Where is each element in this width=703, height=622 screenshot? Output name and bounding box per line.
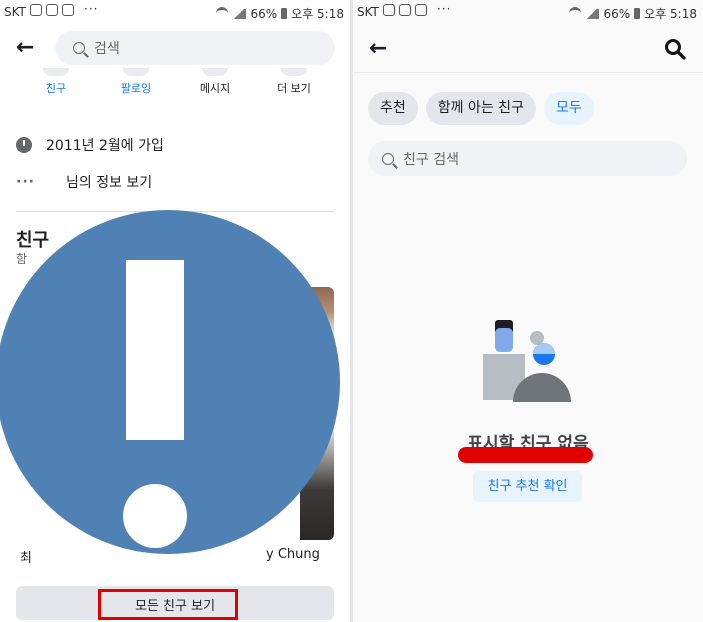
joined-row: 2011년 2월에 가입 [16, 135, 164, 155]
tab-friends[interactable]: 친구 [43, 80, 69, 96]
chip-recommended[interactable]: 추천 [368, 92, 418, 125]
notification-icons [383, 4, 427, 16]
status-right: 66% 오후 5:18 [216, 5, 344, 22]
profile-info-row[interactable]: ··· 님의 정보 보기 [16, 172, 152, 192]
message-tab-icon [202, 68, 228, 76]
wifi-icon [569, 7, 582, 20]
following-tab-icon [123, 68, 149, 76]
left-panel: SKT ··· 66% 오후 5:18 ← 검색 친구 팔로잉 메시지 더 보기… [0, 0, 350, 622]
search-icon[interactable] [664, 38, 686, 60]
carrier: SKT [357, 5, 379, 19]
battery-percent: 66% [250, 6, 278, 21]
clock-icon [16, 137, 32, 153]
battery-percent: 66% [603, 6, 631, 21]
status-right: 66% 오후 5:18 [569, 5, 697, 22]
chip-mutual-friends[interactable]: 함께 아는 친구 [425, 92, 536, 125]
battery-icon [281, 8, 288, 19]
status-bar: SKT ··· 66% 오후 5:18 [0, 0, 350, 26]
profile-actions: 친구 팔로잉 메시지 더 보기 [0, 80, 350, 102]
search-placeholder: 검색 [94, 41, 120, 57]
highlight-box [98, 589, 238, 620]
tab-following[interactable]: 팔로잉 [113, 80, 159, 96]
see-suggestions-button[interactable]: 친구 추천 확인 [473, 471, 582, 502]
signal-icon [585, 8, 600, 19]
battery-icon [634, 8, 641, 19]
more-notifications-icon: ··· [437, 2, 452, 16]
no-friends-illustration-icon [483, 320, 571, 402]
notification-icons [30, 4, 74, 16]
header-divider [353, 72, 703, 73]
tab-more[interactable]: 더 보기 [270, 80, 318, 96]
joined-text: 2011년 2월에 가입 [46, 138, 164, 154]
more-notifications-icon: ··· [84, 2, 99, 16]
more-tab-icon [281, 68, 307, 76]
warning-alert-icon [0, 210, 340, 554]
right-panel: SKT ··· 66% 오후 5:18 ← 추천 함께 아는 친구 모두 친구 … [353, 0, 703, 622]
redaction-mark [458, 447, 593, 463]
ellipsis-icon: ··· [16, 174, 35, 190]
tab-message[interactable]: 메시지 [192, 80, 238, 96]
carrier: SKT [4, 5, 26, 19]
wifi-icon [216, 7, 229, 20]
clock: 오후 5:18 [644, 7, 697, 21]
friend-search-placeholder: 친구 검색 [403, 151, 459, 168]
search-icon [73, 42, 85, 54]
signal-icon [232, 8, 247, 19]
status-bar: SKT ··· 66% 오후 5:18 [353, 0, 703, 26]
profile-info-text: 님의 정보 보기 [66, 175, 153, 191]
search-input[interactable]: 검색 [55, 31, 335, 65]
back-arrow-icon[interactable]: ← [16, 37, 34, 59]
friend-search-input[interactable]: 친구 검색 [368, 141, 687, 176]
friends-tab-icon [43, 68, 69, 76]
chip-all[interactable]: 모두 [543, 92, 594, 125]
clock: 오후 5:18 [291, 7, 344, 21]
back-arrow-icon[interactable]: ← [369, 38, 387, 60]
filter-chips: 추천 함께 아는 친구 모두 [368, 92, 594, 125]
search-icon [382, 152, 394, 165]
